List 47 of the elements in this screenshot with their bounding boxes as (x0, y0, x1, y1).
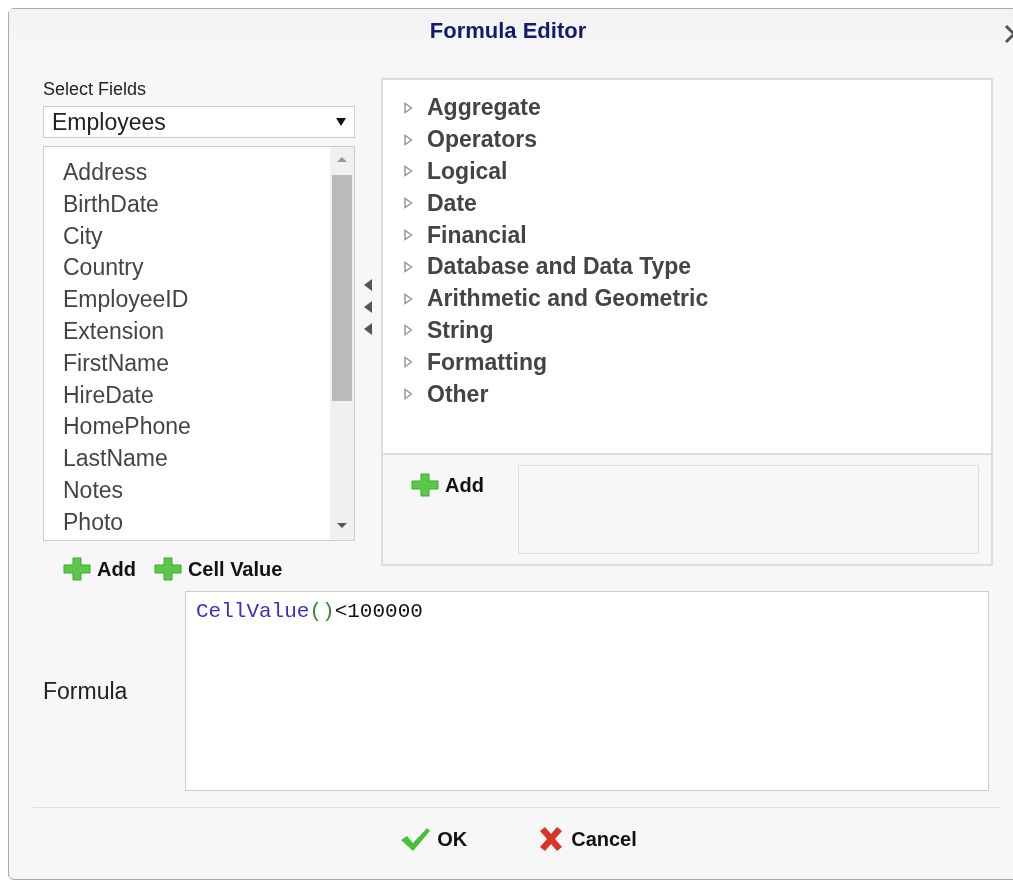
table-dropdown[interactable]: Employees (43, 106, 355, 138)
formula-label: Formula (43, 677, 128, 705)
tree-item[interactable]: Aggregate (403, 92, 541, 124)
tree-item[interactable]: Logical (403, 155, 508, 188)
expand-triangle-icon (403, 292, 413, 305)
plus-icon (63, 557, 91, 581)
expand-triangle-icon (403, 101, 413, 114)
tree-item[interactable]: Database and Data Type (403, 251, 692, 283)
ok-button[interactable]: OK (399, 826, 468, 852)
cancel-button[interactable]: Cancel (537, 826, 637, 852)
cell-value-button[interactable]: Cell Value (153, 557, 283, 581)
window-title: Formula Editor (429, 18, 587, 44)
tree-item[interactable]: Other (403, 378, 489, 410)
expand-triangle-icon (403, 260, 413, 273)
expand-triangle-icon (403, 356, 413, 369)
tree-item[interactable]: Operators (403, 123, 537, 156)
field-item[interactable]: Address (61, 157, 150, 189)
add-field-button[interactable]: Add (63, 557, 136, 581)
field-item[interactable]: City (61, 220, 105, 253)
field-item[interactable]: EmployeeID (61, 284, 191, 316)
expand-triangle-icon (403, 165, 413, 178)
check-icon (399, 826, 432, 852)
field-item[interactable]: HomePhone (61, 411, 193, 444)
field-item[interactable]: Extension (61, 316, 166, 348)
tree-item[interactable]: Arithmetic and Geometric (403, 282, 709, 315)
expand-triangle-icon (403, 229, 413, 242)
field-item[interactable]: Country (61, 252, 146, 285)
tree-item[interactable]: String (403, 314, 494, 347)
plus-icon (153, 557, 182, 581)
tree-item[interactable]: Formatting (403, 346, 548, 379)
dropdown-caret-icon (336, 118, 346, 126)
expand-triangle-icon (403, 197, 413, 210)
field-item[interactable]: Photo (61, 506, 126, 539)
field-item[interactable]: FirstName (61, 347, 172, 380)
add-function-button[interactable]: Add (411, 473, 484, 497)
field-item[interactable]: Notes (61, 474, 126, 507)
field-item[interactable]: HireDate (61, 379, 156, 412)
field-item[interactable]: BirthDate (61, 188, 161, 221)
expand-triangle-icon (403, 133, 413, 146)
formula-input[interactable]: CellValue()<100000 (185, 591, 989, 791)
plus-icon (411, 473, 439, 497)
field-item[interactable]: LastName (61, 443, 170, 475)
field-label: Select Fields (43, 79, 147, 100)
expand-triangle-icon (403, 388, 413, 401)
expand-triangle-icon (403, 324, 413, 337)
tree-item[interactable]: Financial (403, 219, 527, 251)
tree-item[interactable]: Date (403, 187, 477, 220)
